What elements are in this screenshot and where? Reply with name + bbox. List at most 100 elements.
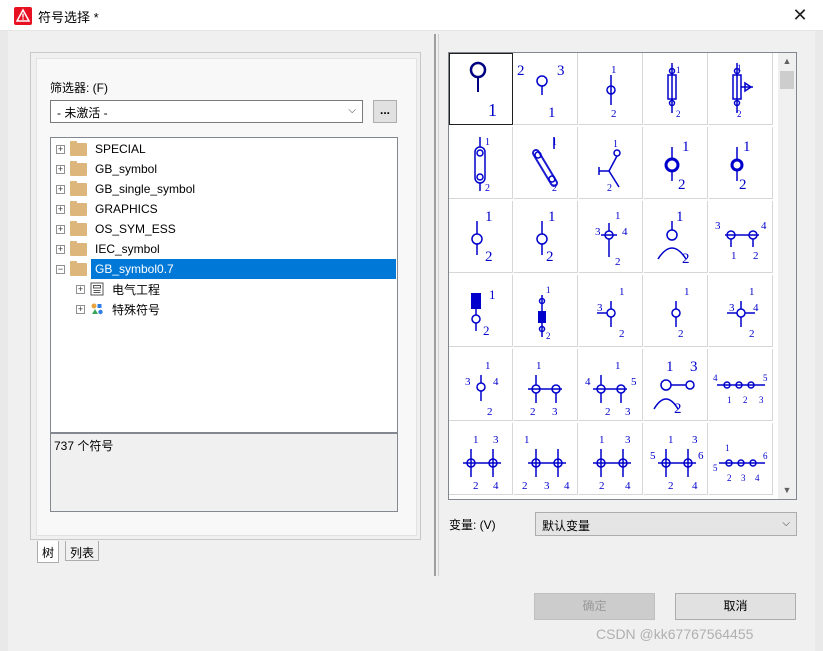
symbol-pin-label: 2: [674, 401, 682, 417]
symbol-glyph: 1 3 5 6 2 4: [650, 434, 704, 492]
tree-item-label: SPECIAL: [95, 142, 146, 156]
symbol-pin-label: 1: [611, 64, 617, 76]
tree-item-special-symbols[interactable]: + 特殊符号: [76, 299, 162, 319]
symbol-cell[interactable]: 1 3 2 4: [579, 423, 643, 495]
symbol-pin-label: 2: [678, 328, 684, 340]
symbol-pin-label: 2: [485, 249, 493, 265]
variant-dropdown[interactable]: 默认变量 ⌵: [535, 512, 797, 536]
symbol-count-panel: 737 个符号: [50, 433, 398, 512]
symbol-glyph: 12: [471, 287, 496, 338]
symbol-pin-label: 5: [631, 376, 637, 388]
symbol-pin-label: 4: [564, 480, 570, 492]
tree-item-gb-symbol[interactable]: + GB_symbol: [56, 159, 159, 179]
tree-item-gb-symbol07[interactable]: − GB_symbol0.7: [56, 259, 176, 279]
filter-dropdown[interactable]: - 未激活 - ⌵: [50, 100, 363, 123]
expand-icon[interactable]: +: [56, 224, 65, 234]
symbol-pin-label: 4: [625, 480, 631, 492]
symbol-cell[interactable]: 1 4 5 2 3: [579, 349, 643, 421]
scroll-up-icon[interactable]: ▲: [778, 53, 796, 70]
expand-icon[interactable]: +: [56, 184, 65, 194]
symbol-cell[interactable]: 15 6 234: [709, 423, 773, 495]
symbol-cell[interactable]: 2 3 1: [514, 53, 578, 125]
expand-icon[interactable]: +: [56, 204, 65, 214]
symbol-cell[interactable]: 1 3 5 6 2 4: [644, 423, 708, 495]
panel-splitter[interactable]: [434, 34, 436, 576]
symbol-cell[interactable]: 1 2 3: [514, 349, 578, 421]
symbol-pin-label: 1: [725, 443, 730, 453]
symbol-pin-label: 2: [753, 250, 759, 262]
tree-item-electrical[interactable]: + 电气工程: [76, 279, 162, 299]
collapse-icon[interactable]: −: [56, 264, 65, 274]
grid-scrollbar[interactable]: ▲ ▼: [778, 53, 796, 499]
folder-icon: [70, 140, 87, 156]
symbol-cell[interactable]: 12: [644, 127, 708, 199]
symbol-cell[interactable]: 132: [579, 275, 643, 347]
symbol-cell[interactable]: 12: [644, 275, 708, 347]
symbol-pin-label: 1: [684, 286, 690, 298]
expand-icon[interactable]: +: [56, 244, 65, 254]
symbol-pin-label: 3: [552, 406, 558, 418]
symbol-cell[interactable]: 12: [644, 201, 708, 273]
symbol-cell[interactable]: 1 3 4 2: [449, 349, 513, 421]
symbol-pin-label: 4: [761, 220, 767, 232]
symbol-pin-label: 6: [763, 451, 768, 461]
symbol-cell[interactable]: 12: [449, 275, 513, 347]
symbol-pin-label: 2: [522, 480, 528, 492]
background-window-edge: [0, 31, 8, 651]
symbol-pin-label: 1: [546, 285, 551, 295]
tree-item-gb-single-symbol[interactable]: + GB_single_symbol: [56, 179, 197, 199]
symbol-cell[interactable]: 1 2 3 4: [514, 423, 578, 495]
tree-item-os-sym-ess[interactable]: + OS_SYM_ESS: [56, 219, 178, 239]
symbol-pin-label: 2: [668, 480, 674, 492]
symbol-pin-label: 2: [678, 177, 686, 193]
symbol-pin-label: 1: [668, 434, 674, 446]
symbol-glyph: 2 3 1: [517, 63, 565, 121]
expand-icon[interactable]: +: [76, 304, 85, 314]
symbol-cell[interactable]: 1: [449, 53, 513, 125]
tree-item-label: 电气工程: [112, 282, 161, 297]
symbol-cell[interactable]: 4 5 1 2 3: [709, 349, 773, 421]
symbol-cell[interactable]: 1 3 4 2: [579, 201, 643, 273]
symbol-cell[interactable]: 12: [709, 53, 773, 125]
filter-label: 筛选器: (F): [50, 81, 108, 95]
variant-label: 变量: (V): [449, 518, 496, 532]
symbol-glyph: 1 3 2: [597, 286, 625, 340]
symbol-cell[interactable]: 12: [514, 201, 578, 273]
symbol-pin-label: 1: [666, 359, 674, 375]
scroll-thumb[interactable]: [780, 71, 794, 89]
symbol-cell[interactable]: 12: [709, 127, 773, 199]
symbol-cell[interactable]: 3 4 1 2: [709, 201, 773, 273]
tree-item-special[interactable]: + SPECIAL: [56, 139, 148, 159]
symbol-cell[interactable]: 1 3 2 4: [449, 423, 513, 495]
symbol-glyph: 1 3 4 2: [727, 286, 759, 340]
symbol-pin-label: 2: [743, 395, 748, 405]
symbol-cell[interactable]: 12: [514, 127, 578, 199]
symbol-pin-label: 5: [763, 373, 768, 383]
expand-icon[interactable]: +: [56, 144, 65, 154]
symbol-pin-label: 3: [493, 434, 499, 446]
cancel-button[interactable]: 取消: [675, 593, 796, 620]
symbol-cell[interactable]: 1 3 4 2: [709, 275, 773, 347]
symbol-glyph: 12: [474, 137, 490, 194]
symbol-cell[interactable]: 12: [449, 201, 513, 273]
tab-tree[interactable]: 树: [37, 541, 60, 563]
expand-icon[interactable]: +: [56, 164, 65, 174]
symbol-cell[interactable]: 12: [579, 53, 643, 125]
tab-list[interactable]: 列表: [65, 541, 100, 561]
scroll-down-icon[interactable]: ▼: [778, 482, 796, 499]
symbol-cell[interactable]: 132: [644, 349, 708, 421]
close-button[interactable]: ✕: [777, 0, 823, 31]
symbol-pin-label: 2: [517, 63, 525, 79]
symbol-grid[interactable]: 1231121212121212121212121342123412121213…: [448, 52, 797, 500]
symbol-glyph: 12: [671, 286, 690, 340]
expand-icon[interactable]: +: [76, 284, 85, 294]
symbol-cell[interactable]: 12: [644, 53, 708, 125]
symbol-cell[interactable]: 12: [449, 127, 513, 199]
filter-more-button[interactable]: ...: [373, 100, 397, 123]
ok-button[interactable]: 确定: [534, 593, 655, 620]
symbol-cell[interactable]: 12: [579, 127, 643, 199]
symbol-glyph: 12: [538, 285, 551, 341]
symbol-cell[interactable]: 12: [514, 275, 578, 347]
tree-item-graphics[interactable]: + GRAPHICS: [56, 199, 160, 219]
tree-item-iec-symbol[interactable]: + IEC_symbol: [56, 239, 162, 259]
